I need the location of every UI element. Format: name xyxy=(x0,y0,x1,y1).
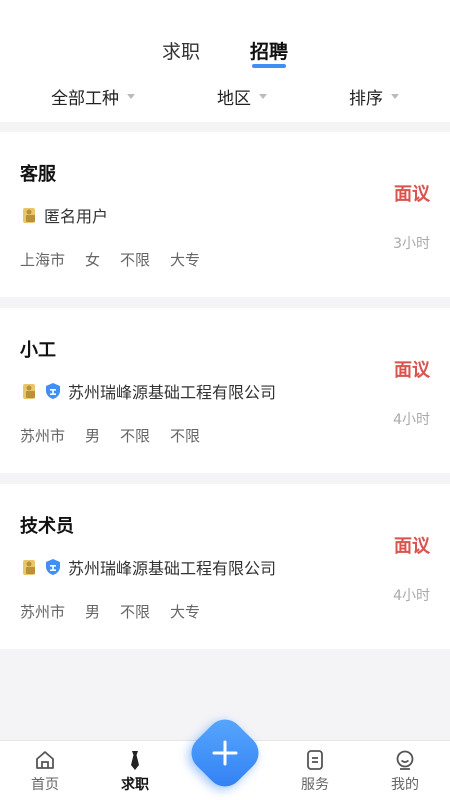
company-name: 匿名用户 xyxy=(44,207,109,226)
filter-job-type[interactable]: 全部工种 xyxy=(51,84,135,109)
filter-sort[interactable]: 排序 xyxy=(349,84,399,109)
home-icon xyxy=(36,751,54,769)
job-salary: 面议 xyxy=(394,536,430,557)
job-tags: 苏州市 男 不限 大专 xyxy=(20,601,200,622)
job-salary: 面议 xyxy=(394,184,430,205)
company-row: 匿名用户 xyxy=(20,203,108,227)
certified-shield-icon xyxy=(44,382,62,400)
job-salary: 面议 xyxy=(394,360,430,381)
tag-gender: 女 xyxy=(85,251,101,269)
job-title: 技术员 xyxy=(20,516,74,537)
filter-job-type-label: 全部工种 xyxy=(51,88,119,109)
tab-job-seeking[interactable]: 求职 xyxy=(162,37,200,70)
certified-shield-icon xyxy=(44,558,62,576)
header: 求职 招聘 全部工种 地区 排序 xyxy=(0,0,450,122)
post-time: 3小时 xyxy=(393,236,430,252)
nav-home-label: 首页 xyxy=(31,777,59,793)
plus-icon xyxy=(212,740,238,766)
nav-profile-label: 我的 xyxy=(391,777,419,793)
post-time: 4小时 xyxy=(393,588,430,604)
company-name: 苏州瑞峰源基础工程有限公司 xyxy=(68,559,277,578)
job-title: 客服 xyxy=(20,164,56,185)
caret-down-icon xyxy=(127,93,135,99)
tag-city: 上海市 xyxy=(20,251,66,269)
nav-services-label: 服务 xyxy=(301,777,329,793)
caret-down-icon xyxy=(391,93,399,99)
job-tags: 苏州市 男 不限 不限 xyxy=(20,425,200,446)
company-row: 苏州瑞峰源基础工程有限公司 xyxy=(20,379,276,403)
tab-recruiting[interactable]: 招聘 xyxy=(250,37,288,70)
vip-badge-icon xyxy=(20,206,38,224)
job-card[interactable]: 小工 面议 苏州瑞峰源基础工程有限公司 4小时 苏州市 男 不限 不限 xyxy=(0,308,450,473)
tag-gender: 男 xyxy=(85,427,101,445)
tag-gender: 男 xyxy=(85,603,101,621)
tab-bar: 求职 招聘 xyxy=(0,0,450,70)
document-icon xyxy=(307,750,323,770)
nav-services[interactable]: 服务 xyxy=(275,748,355,794)
vip-badge-icon xyxy=(20,558,38,576)
tag-education: 大专 xyxy=(170,603,201,621)
tag-city: 苏州市 xyxy=(20,603,66,621)
job-card[interactable]: 客服 面议 匿名用户 3小时 上海市 女 不限 大专 xyxy=(0,132,450,297)
filter-sort-label: 排序 xyxy=(349,88,383,109)
nav-job-seeking[interactable]: 求职 xyxy=(95,748,175,794)
filter-bar: 全部工种 地区 排序 xyxy=(0,70,450,122)
job-tags: 上海市 女 不限 大专 xyxy=(20,249,200,270)
tag-age: 不限 xyxy=(120,427,151,445)
nav-home[interactable]: 首页 xyxy=(5,748,85,794)
caret-down-icon xyxy=(259,93,267,99)
filter-region-label: 地区 xyxy=(217,88,251,109)
tag-education: 不限 xyxy=(170,427,201,445)
profile-icon xyxy=(396,750,414,770)
vip-badge-icon xyxy=(20,382,38,400)
job-title: 小工 xyxy=(20,340,56,361)
tie-icon xyxy=(131,751,139,770)
post-time: 4小时 xyxy=(393,412,430,428)
filter-region[interactable]: 地区 xyxy=(217,84,267,109)
company-row: 苏州瑞峰源基础工程有限公司 xyxy=(20,555,276,579)
tag-age: 不限 xyxy=(120,603,151,621)
nav-job-seeking-label: 求职 xyxy=(121,777,149,793)
tag-education: 大专 xyxy=(170,251,201,269)
tag-age: 不限 xyxy=(120,251,151,269)
tag-city: 苏州市 xyxy=(20,427,66,445)
nav-profile[interactable]: 我的 xyxy=(365,748,445,794)
job-card[interactable]: 技术员 面议 苏州瑞峰源基础工程有限公司 4小时 苏州市 男 不限 大专 xyxy=(0,484,450,649)
job-list: 客服 面议 匿名用户 3小时 上海市 女 不限 大专 小工 面议 苏州瑞峰源基础… xyxy=(0,122,450,649)
company-name: 苏州瑞峰源基础工程有限公司 xyxy=(68,383,277,402)
